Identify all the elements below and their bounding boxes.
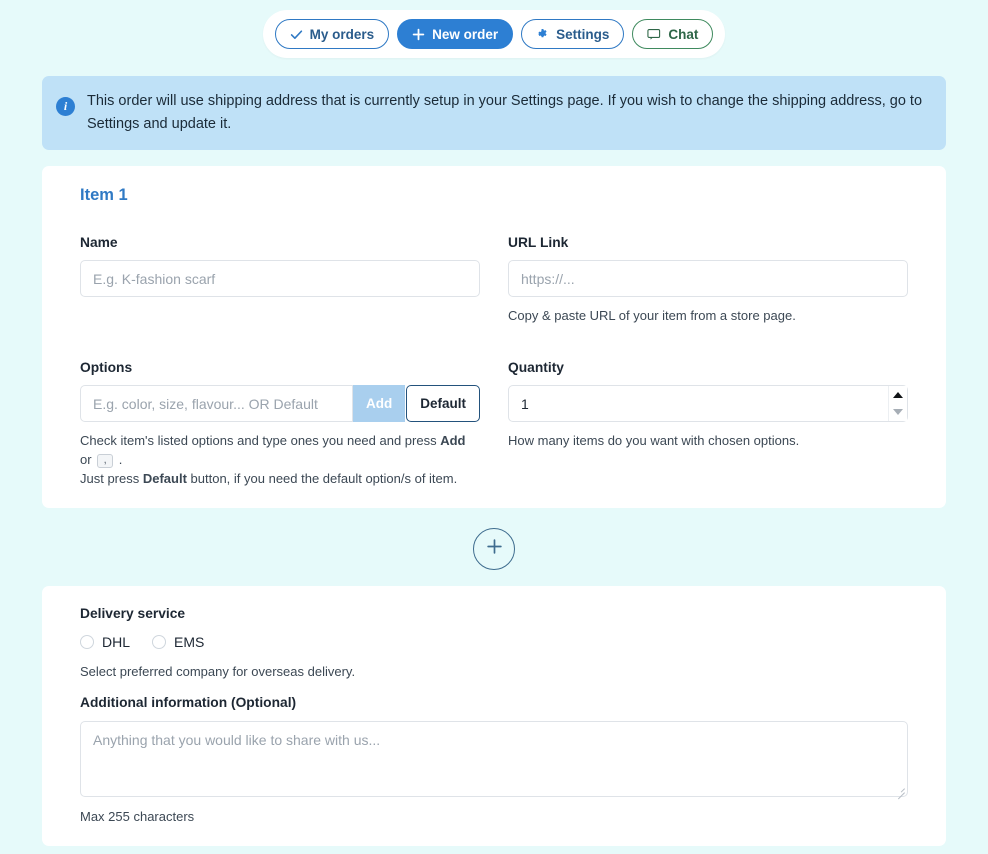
info-icon: i <box>56 97 75 116</box>
additional-information-wrapper <box>80 721 908 800</box>
new-order-page: My orders New order Settings Chat i This… <box>0 0 988 854</box>
delivery-service-hint: Select preferred company for overseas de… <box>80 664 356 679</box>
options-label: Options <box>80 360 133 375</box>
quantity-field-group: Quantity How many items do you want with… <box>508 360 908 488</box>
name-label: Name <box>80 235 118 250</box>
add-item-button[interactable] <box>473 528 515 570</box>
url-input[interactable] <box>508 260 908 297</box>
nav-settings-label: Settings <box>556 26 610 42</box>
quantity-label: Quantity <box>508 360 564 375</box>
delivery-service-label: Delivery service <box>80 606 186 621</box>
nav-chat-label: Chat <box>668 26 699 42</box>
additional-information-hint: Max 255 characters <box>80 809 195 824</box>
name-input[interactable] <box>80 260 480 297</box>
delivery-option-dhl[interactable]: DHL <box>80 634 130 650</box>
url-field-group: URL Link Copy & paste URL of your item f… <box>508 235 908 325</box>
plus-icon <box>412 28 425 41</box>
options-hint-part-3: . <box>115 452 123 467</box>
nav-my-orders-label: My orders <box>309 26 375 42</box>
options-default-button[interactable]: Default <box>406 385 480 422</box>
name-field-group: Name <box>80 235 480 325</box>
nav-chat-button[interactable]: Chat <box>632 19 714 49</box>
item-card: Item 1 Name URL Link Copy & paste URL of… <box>42 166 946 508</box>
quantity-input[interactable] <box>508 385 908 422</box>
options-hint-part-2: or <box>80 452 96 467</box>
nav-my-orders-button[interactable]: My orders <box>274 19 390 49</box>
quantity-spinner <box>888 386 907 421</box>
radio-icon[interactable] <box>152 635 167 649</box>
shipping-address-info-banner: i This order will use shipping address t… <box>42 76 946 150</box>
options-input[interactable] <box>80 385 353 422</box>
options-hint-part-4: Just press <box>80 471 143 486</box>
plus-icon <box>486 538 503 560</box>
delivery-service-radio-group: DHL EMS <box>80 634 908 650</box>
additional-information-label: Additional information (Optional) <box>80 695 297 710</box>
nav-new-order-button[interactable]: New order <box>397 19 514 49</box>
item-fields-row-1: Name URL Link Copy & paste URL of your i… <box>62 235 926 325</box>
triangle-up-icon <box>893 391 903 398</box>
comma-key-icon: , <box>97 453 114 468</box>
nav-new-order-label: New order <box>432 26 499 42</box>
url-label: URL Link <box>508 235 569 250</box>
options-field-group: Options Add Default Check item's listed … <box>80 360 480 488</box>
delivery-option-ems[interactable]: EMS <box>152 634 204 650</box>
options-input-group: Add Default <box>80 385 480 422</box>
quantity-stepper <box>508 385 908 422</box>
quantity-decrement-button[interactable] <box>889 404 907 422</box>
options-hint-part-1: Check item's listed options and type one… <box>80 433 441 448</box>
top-navigation: My orders New order Settings Chat <box>0 0 988 58</box>
add-item-row <box>0 528 988 570</box>
delivery-option-dhl-label: DHL <box>102 634 131 650</box>
options-hint-part-5: button, if you need the default option/s… <box>186 471 458 486</box>
url-hint: Copy & paste URL of your item from a sto… <box>508 308 796 323</box>
gear-icon <box>536 28 549 41</box>
options-add-button[interactable]: Add <box>352 385 406 422</box>
options-hint: Check item's listed options and type one… <box>80 431 480 488</box>
quantity-hint: How many items do you want with chosen o… <box>508 433 800 448</box>
item-fields-row-2: Options Add Default Check item's listed … <box>62 360 926 488</box>
nav-pill-container: My orders New order Settings Chat <box>262 10 726 58</box>
nav-settings-button[interactable]: Settings <box>521 19 625 49</box>
options-hint-default-word: Default <box>142 471 187 486</box>
field-row-spacer <box>62 325 926 360</box>
delivery-card: Delivery service DHL EMS Select preferre… <box>42 586 946 846</box>
chat-bubble-icon <box>647 28 661 41</box>
options-hint-add-word: Add <box>440 433 466 448</box>
additional-information-textarea[interactable] <box>80 721 908 797</box>
banner-message: This order will use shipping address tha… <box>87 93 923 132</box>
quantity-increment-button[interactable] <box>889 386 907 404</box>
triangle-down-icon <box>893 409 903 416</box>
radio-icon[interactable] <box>80 635 94 649</box>
delivery-option-ems-label: EMS <box>174 634 205 650</box>
item-title: Item 1 <box>80 186 128 204</box>
delivery-card-body: Delivery service DHL EMS Select preferre… <box>62 606 926 826</box>
check-icon <box>290 28 303 41</box>
